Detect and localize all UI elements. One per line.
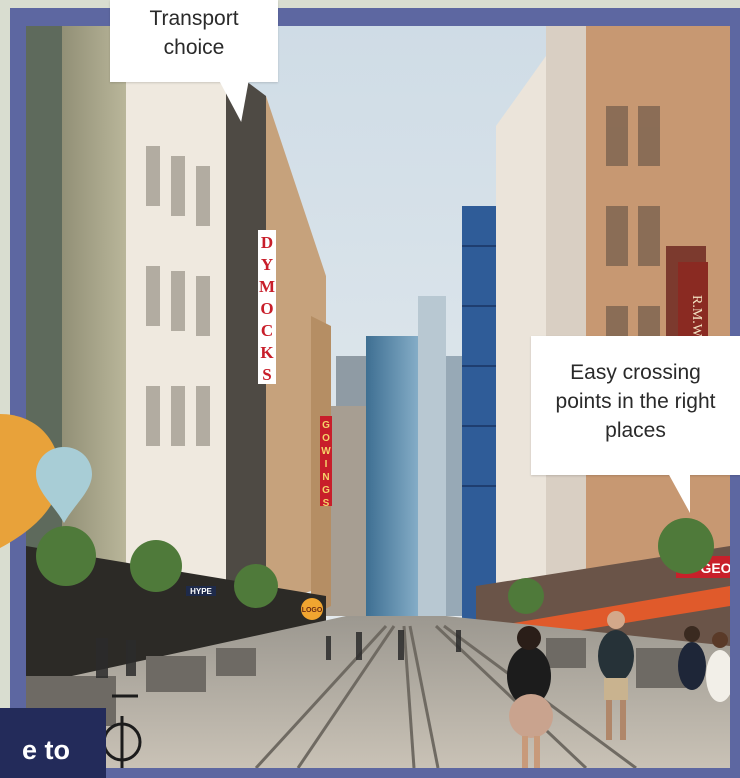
sign-dymocks-letter: S bbox=[262, 365, 271, 384]
sign-hype: HYPE bbox=[190, 587, 212, 596]
title-banner: e to bbox=[0, 708, 106, 778]
sign-gowings-letter: I bbox=[325, 459, 328, 470]
sign-dymocks-letter: D bbox=[261, 233, 273, 252]
callout-crossing-tail bbox=[668, 473, 690, 513]
sign-gowings-letter: G bbox=[322, 485, 330, 496]
callout-crossing-text: Easy crossing points in the right places bbox=[555, 361, 716, 442]
sign-dymocks-letter: K bbox=[260, 343, 274, 362]
sign-gowings-letter: O bbox=[322, 433, 330, 444]
sign-dymocks-letter: C bbox=[261, 321, 273, 340]
callout-transport-choice: Transport choice bbox=[110, 0, 278, 82]
sign-dymocks-letter: O bbox=[260, 299, 273, 318]
banner-text: e to bbox=[21, 735, 70, 765]
callout-transport-text: Transport choice bbox=[149, 7, 239, 59]
sign-gowings-letter: S bbox=[323, 498, 330, 509]
sign-rmw: R.M.W bbox=[689, 295, 704, 338]
sign-gowings-letter: G bbox=[322, 420, 330, 431]
sign-gowings-letter: N bbox=[322, 472, 329, 483]
sign-dymocks-letter: M bbox=[259, 277, 275, 296]
sign-dymocks-letter: Y bbox=[261, 255, 273, 274]
blue-pin-icon bbox=[36, 447, 92, 523]
callout-easy-crossing: Easy crossing points in the right places bbox=[531, 336, 740, 475]
sign-gowings-letter: W bbox=[321, 446, 331, 457]
sign-logo: LOGO bbox=[302, 607, 323, 614]
